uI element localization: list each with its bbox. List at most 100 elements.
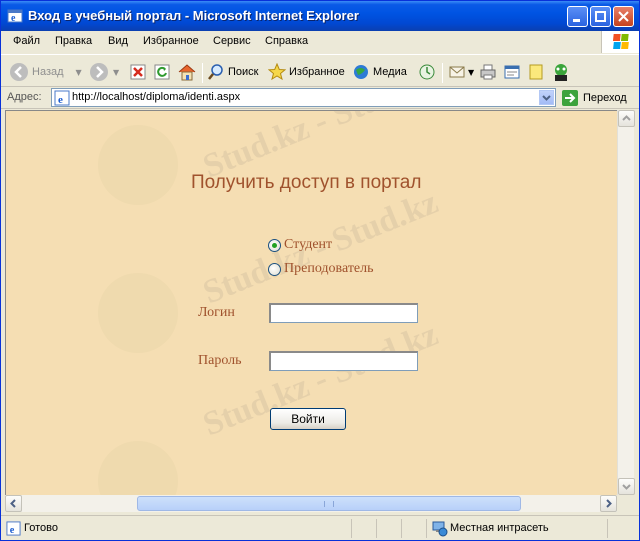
go-arrow-icon	[562, 90, 578, 106]
menu-file[interactable]: Файл	[13, 35, 40, 47]
scroll-up-button[interactable]	[618, 110, 635, 127]
address-bar: Адрес: e http://localhost/diploma/identi…	[1, 87, 639, 109]
favorites-button[interactable]: Избранное	[268, 61, 345, 83]
vertical-scrollbar[interactable]	[617, 110, 635, 495]
status-bar: e Готово Местная интрасеть	[1, 515, 639, 540]
chevron-right-icon	[606, 499, 612, 508]
toolbar-separator	[442, 63, 443, 83]
toolbar-separator	[202, 63, 203, 83]
menu-tools[interactable]: Сервис	[213, 35, 251, 47]
scroll-right-button[interactable]	[600, 495, 617, 512]
intranet-zone-icon	[432, 521, 448, 537]
print-button[interactable]	[479, 61, 497, 83]
status-divider	[607, 519, 608, 538]
search-button[interactable]: Поиск	[207, 61, 258, 83]
favorites-label: Избранное	[289, 66, 345, 78]
printer-icon	[480, 64, 496, 80]
forward-arrow-icon	[90, 63, 108, 81]
refresh-icon	[154, 64, 170, 80]
search-icon	[208, 64, 223, 80]
minimize-icon	[573, 19, 580, 22]
edit-button[interactable]	[503, 61, 521, 83]
role-teacher-option[interactable]: Преподователь	[268, 261, 374, 277]
maximize-icon	[595, 11, 606, 22]
forward-dropdown-icon[interactable]: ▼	[113, 68, 119, 77]
address-url: http://localhost/diploma/identi.aspx	[72, 91, 241, 103]
window-title: Вход в учебный портал - Microsoft Intern…	[28, 8, 359, 23]
history-icon	[419, 64, 435, 80]
media-globe-icon	[354, 65, 368, 79]
standard-toolbar: Назад ▼ ▼ Поиск Избранное Медиа ▼	[1, 54, 639, 87]
scroll-left-button[interactable]	[5, 495, 22, 512]
stop-button[interactable]	[129, 61, 147, 83]
radio-student[interactable]	[268, 238, 281, 252]
go-label: Переход	[583, 92, 627, 104]
password-label: Пароль	[198, 353, 242, 368]
radio-teacher-label[interactable]: Преподователь	[284, 261, 374, 277]
windows-logo	[601, 31, 639, 53]
note-icon	[529, 64, 543, 80]
menu-favorites[interactable]: Избранное	[143, 35, 199, 47]
svg-text:e: e	[58, 94, 63, 106]
menu-edit[interactable]: Правка	[55, 35, 92, 47]
scroll-down-button[interactable]	[618, 478, 635, 495]
watermark-logo	[98, 273, 178, 353]
windows-flag-icon	[612, 34, 629, 49]
back-label: Назад	[32, 66, 64, 78]
mail-button[interactable]: ▼	[448, 61, 474, 83]
radio-student-label[interactable]: Студент	[284, 237, 332, 253]
star-icon	[268, 63, 286, 81]
back-button[interactable]: Назад ▼	[9, 61, 82, 83]
minimize-button[interactable]	[567, 6, 588, 27]
page-done-icon: e	[6, 521, 21, 536]
internet-explorer-icon: e	[7, 9, 23, 24]
forward-button[interactable]: ▼	[89, 61, 119, 83]
horizontal-scrollbar[interactable]	[5, 495, 617, 512]
chevron-up-icon	[622, 115, 631, 121]
scrollbar-corner	[617, 495, 634, 512]
menu-view[interactable]: Вид	[108, 35, 128, 47]
maximize-button[interactable]	[590, 6, 611, 27]
login-submit-button[interactable]: Войти	[270, 408, 346, 430]
back-arrow-icon	[10, 63, 28, 81]
chevron-down-icon	[542, 95, 551, 101]
radio-teacher[interactable]	[268, 262, 281, 276]
svg-text:e: e	[11, 13, 16, 24]
status-divider	[426, 519, 427, 538]
login-label: Логин	[198, 305, 235, 320]
chevron-left-icon	[10, 499, 16, 508]
mail-icon	[449, 66, 465, 78]
page-title: Получить доступ в портал	[191, 172, 422, 193]
svg-text:e: e	[10, 525, 15, 536]
refresh-button[interactable]	[153, 61, 171, 83]
discuss-button[interactable]	[527, 61, 545, 83]
status-divider	[401, 519, 402, 538]
media-button[interactable]: Медиа	[352, 61, 407, 83]
search-label: Поиск	[228, 66, 259, 78]
address-input[interactable]: e http://localhost/diploma/identi.aspx	[51, 88, 556, 107]
messenger-button[interactable]	[551, 61, 571, 83]
address-dropdown-button[interactable]	[539, 90, 554, 105]
close-icon	[618, 11, 629, 22]
chevron-down-icon	[622, 484, 631, 490]
status-divider	[376, 519, 377, 538]
login-input[interactable]	[269, 303, 418, 323]
home-icon	[178, 64, 196, 81]
title-bar[interactable]: e Вход в учебный портал - Microsoft Inte…	[1, 1, 639, 31]
go-button[interactable]: Переход	[561, 89, 627, 107]
messenger-icon	[555, 64, 567, 81]
role-student-option[interactable]: Студент	[268, 237, 332, 253]
mail-dropdown-icon[interactable]: ▼	[468, 68, 474, 77]
edit-page-icon	[504, 65, 520, 79]
history-button[interactable]	[418, 61, 436, 83]
browser-window: e Вход в учебный портал - Microsoft Inte…	[0, 0, 640, 541]
close-button[interactable]	[613, 6, 634, 27]
horizontal-scroll-thumb[interactable]	[137, 496, 521, 511]
page-content: Stud.kz - Stud.kz Stud.kz - Stud.kz Stud…	[5, 110, 617, 495]
home-button[interactable]	[177, 61, 197, 83]
status-divider	[351, 519, 352, 538]
menu-help[interactable]: Справка	[265, 35, 308, 47]
password-input[interactable]	[269, 351, 418, 371]
menu-bar: Файл Правка Вид Избранное Сервис Справка	[1, 31, 601, 53]
back-dropdown-icon[interactable]: ▼	[76, 68, 82, 77]
